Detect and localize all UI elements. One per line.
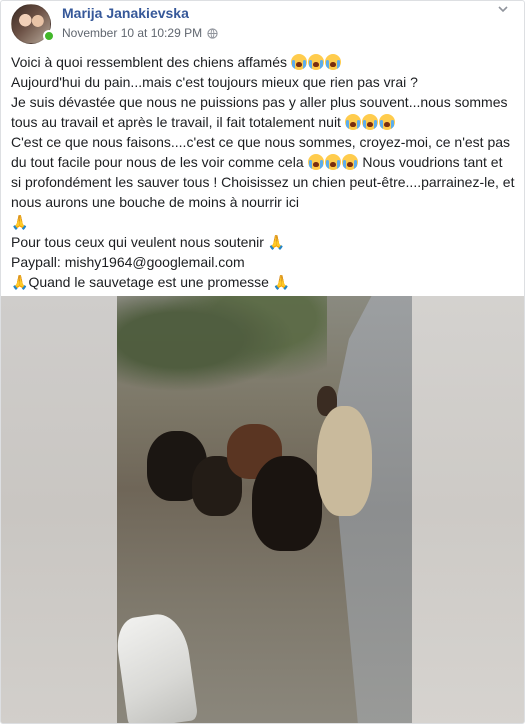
globe-icon (207, 27, 218, 39)
line-text: Je suis dévastée que nous ne puissions p… (11, 94, 508, 130)
crying-face-emoji (361, 114, 378, 130)
post-timestamp[interactable]: November 10 at 10:29 PM (62, 26, 202, 40)
online-status-indicator (43, 30, 55, 42)
dog (317, 406, 372, 516)
facebook-post: Marija Janakievska November 10 at 10:29 … (0, 0, 525, 724)
dog (252, 456, 322, 551)
folded-hands-emoji: 🙏 (11, 274, 29, 290)
post-body: Voici à quoi ressemblent des chiens affa… (11, 52, 516, 292)
post-line: C'est ce que nous faisons....c'est ce qu… (11, 132, 516, 232)
post-meta: November 10 at 10:29 PM (62, 26, 218, 40)
video-frame[interactable] (117, 296, 412, 723)
post-line: Je suis dévastée que nous ne puissions p… (11, 92, 516, 132)
post-line: Pour tous ceux qui veulent nous soutenir… (11, 232, 516, 252)
chevron-down-icon[interactable] (496, 2, 510, 16)
folded-hands-emoji: 🙏 (272, 274, 291, 290)
trees (117, 296, 327, 406)
crying-face-emoji (307, 54, 324, 70)
post-line: 🙏Quand le sauvetage est une promesse 🙏 (11, 272, 516, 292)
crying-face-emoji (324, 54, 341, 70)
folded-hands-emoji: 🙏 (11, 214, 29, 230)
post-line: Paypall: mishy1964@googlemail.com (11, 252, 516, 272)
line-text: Quand le sauvetage est une promesse (28, 274, 269, 290)
video-blur-backdrop-left (1, 296, 117, 723)
crying-face-emoji (307, 154, 324, 170)
post-line: Voici à quoi ressemblent des chiens affa… (11, 52, 516, 72)
line-text: Voici à quoi ressemblent des chiens affa… (11, 54, 288, 70)
crying-face-emoji (324, 154, 341, 170)
line-text: Aujourd'hui du pain...mais c'est toujour… (11, 74, 418, 90)
plastic-bag (117, 610, 199, 723)
line-text: Pour tous ceux qui veulent nous soutenir (11, 234, 264, 250)
folded-hands-emoji: 🙏 (267, 234, 286, 250)
crying-face-emoji (344, 114, 361, 130)
crying-face-emoji (341, 154, 358, 170)
crying-face-emoji (290, 54, 307, 70)
post-video[interactable] (1, 296, 524, 723)
author-name[interactable]: Marija Janakievska (62, 5, 189, 21)
post-line: Aujourd'hui du pain...mais c'est toujour… (11, 72, 516, 92)
post-header: Marija Janakievska November 10 at 10:29 … (1, 1, 524, 45)
paypal-line: Paypall: mishy1964@googlemail.com (11, 254, 245, 270)
video-blur-backdrop-right (412, 296, 524, 723)
crying-face-emoji (378, 114, 395, 130)
